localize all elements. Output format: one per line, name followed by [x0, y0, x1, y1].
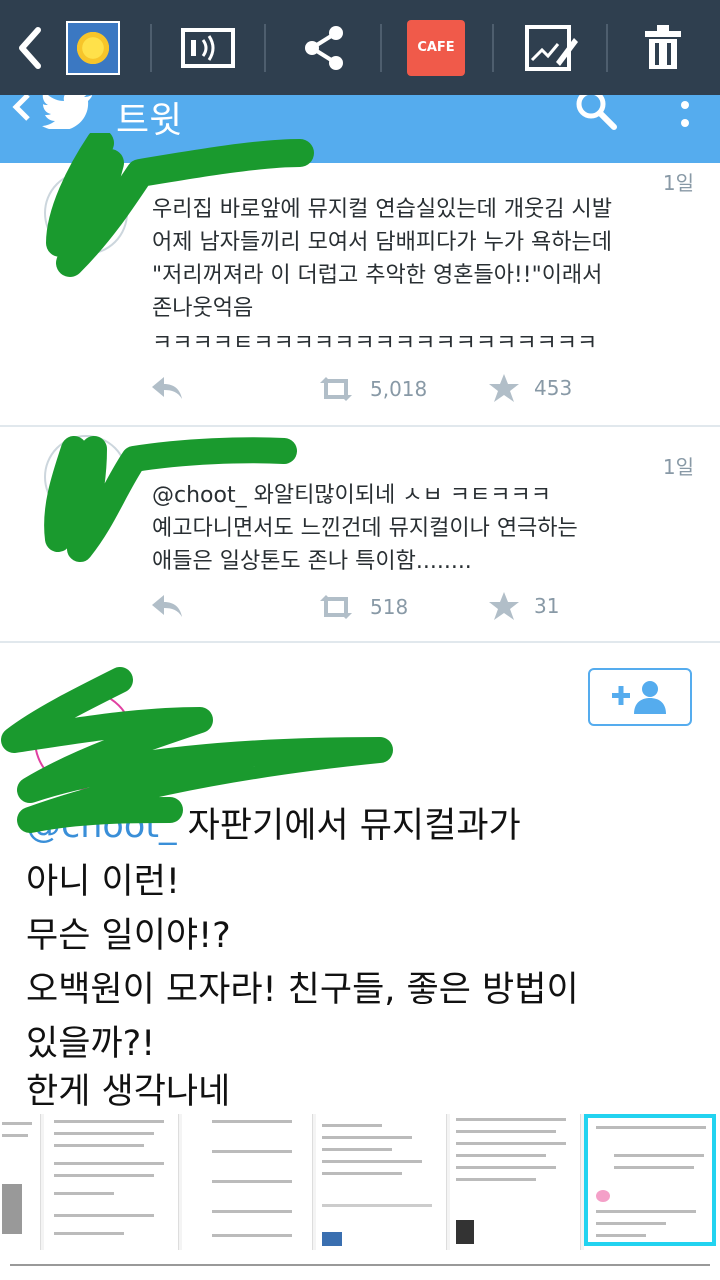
tweet-line: 예고다니면서도 느낀건데 뮤지컬이나 연극하는: [152, 516, 578, 541]
tweet-line: @choot_ 와알티많이되네 ㅅㅂ ㅋㅌㅋㅋㅋ: [152, 483, 551, 508]
follow-button[interactable]: [588, 668, 692, 726]
gallery-toolbar: CAFE: [0, 0, 720, 95]
cafe-label: CAFE: [407, 19, 465, 76]
detail-line: 아니 이런!: [26, 862, 180, 902]
twitter-header: 트윗: [0, 95, 720, 163]
separator: [150, 24, 152, 72]
tweet-line: 존나웃억음: [152, 296, 254, 321]
star-icon: [489, 374, 519, 402]
mention-link[interactable]: @choot_: [26, 806, 176, 846]
retweet-count: 5,018: [370, 377, 428, 401]
page-title: 트윗: [116, 100, 183, 141]
tweet-item[interactable]: 1일 @choot_ 와알티많이되네 ㅅㅂ ㅋㅌㅋㅋㅋ 예고다니면서도 느낀건데…: [0, 427, 720, 643]
detail-line: 한게 생각나네: [26, 1072, 231, 1112]
star-icon: [489, 592, 519, 620]
separator: [492, 24, 494, 72]
tweet-time: 1일: [662, 171, 694, 195]
back-icon[interactable]: [10, 0, 50, 95]
tweet-line: 우리집 바로앞에 뮤지컬 연습실있는데 개웃김 시발: [152, 197, 613, 222]
tweet-line: "저리꺼져라 이 더럽고 추악한 영혼들아!!"이래서: [152, 263, 603, 288]
tweet-actions: 5,018 453: [150, 371, 580, 411]
avatar[interactable]: [34, 690, 134, 790]
back-icon[interactable]: [10, 95, 34, 123]
reply-icon[interactable]: [150, 593, 184, 619]
mention-link[interactable]: @choot_: [152, 483, 247, 508]
add-user-icon: [612, 681, 666, 714]
share-icon[interactable]: [292, 0, 356, 95]
favorite-button[interactable]: 453: [488, 373, 572, 403]
favorite-count: 31: [534, 594, 560, 618]
separator: [606, 24, 608, 72]
retweet-icon: [320, 377, 352, 401]
tweet-actions: 518 31: [150, 589, 580, 629]
divider: [10, 1264, 710, 1266]
tweet-line: 어제 남자들끼리 모여서 담배피다가 누가 욕하는데: [152, 230, 613, 255]
search-icon[interactable]: [576, 95, 618, 135]
detail-line: @choot_ 자판기에서 뮤지컬과가: [26, 806, 521, 846]
edit-icon[interactable]: [520, 0, 582, 95]
overflow-menu-icon[interactable]: [679, 99, 691, 135]
twitter-bird-icon: [42, 95, 94, 133]
thumbnail-strip[interactable]: [0, 1114, 720, 1250]
detail-line: 무슨 일이야!?: [26, 916, 231, 956]
strip-thumbnail[interactable]: [44, 1114, 179, 1250]
strip-thumbnail[interactable]: [0, 1114, 41, 1250]
strip-thumbnail[interactable]: [316, 1114, 447, 1250]
strip-thumbnail[interactable]: [450, 1114, 581, 1250]
selected-thumbnail-highlight: [584, 1114, 716, 1246]
detail-line: 있을까?!: [26, 1024, 156, 1064]
tweet-time: 1일: [662, 455, 694, 479]
tweet-line: ㅋㅋㅋㅋㅌㅋㅋㅋㅋㅋㅋㅋㅋㅋㅋㅋㅋㅋㅋㅋㅋㅋ: [152, 331, 598, 351]
delete-icon[interactable]: [634, 0, 692, 95]
avatar[interactable]: [44, 171, 128, 255]
retweet-icon: [320, 595, 352, 619]
favorite-button[interactable]: 31: [488, 591, 559, 621]
retweet-button[interactable]: 5,018: [316, 375, 427, 403]
cafe-icon[interactable]: CAFE: [404, 0, 468, 95]
strip-thumbnail[interactable]: [182, 1114, 313, 1250]
detail-line: 오백원이 모자라! 친구들, 좋은 방법이: [26, 970, 579, 1010]
reply-icon[interactable]: [150, 375, 184, 401]
tweet-line: 애들은 일상톤도 존나 특이함........: [152, 549, 472, 574]
separator: [264, 24, 266, 72]
retweet-button[interactable]: 518: [316, 593, 408, 621]
favorite-count: 453: [534, 376, 573, 400]
avatar[interactable]: [44, 435, 128, 519]
tweet-item[interactable]: 1일 우리집 바로앞에 뮤지컬 연습실있는데 개웃김 시발 어제 남자들끼리 모…: [0, 133, 720, 427]
retweet-count: 518: [370, 595, 409, 619]
image-thumbnail[interactable]: [62, 0, 124, 95]
cast-icon[interactable]: [176, 0, 240, 95]
separator: [380, 24, 382, 72]
